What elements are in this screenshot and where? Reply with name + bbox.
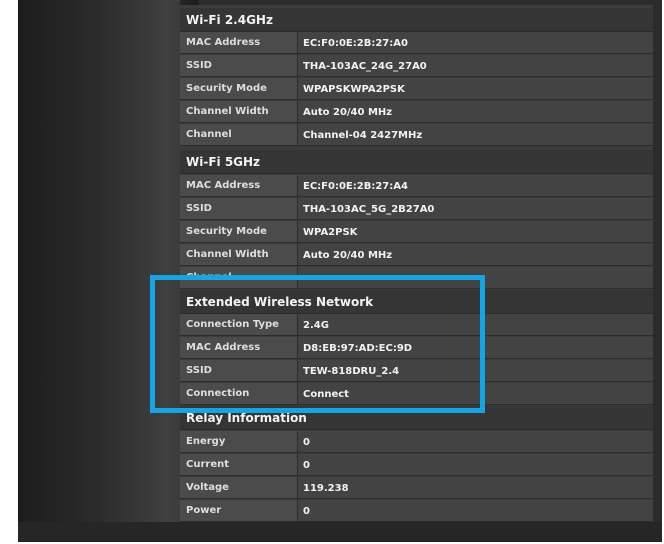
table-row: MAC Address EC:F0:0E:2B:27:A0 [180, 32, 653, 54]
row-value: Auto 20/40 MHz [298, 101, 653, 122]
table-row: Channel Width Auto 20/40 MHz [180, 244, 653, 266]
row-label: Security Mode [180, 78, 298, 99]
table-row: MAC Address EC:F0:0E:2B:27:A4 [180, 175, 653, 197]
section-title-wifi-5: Wi-Fi 5GHz [186, 155, 261, 169]
table-row: Security Mode WPAPSKWPA2PSK [180, 78, 653, 100]
row-value: WPA2PSK [298, 221, 653, 242]
row-value: 0 [298, 500, 653, 521]
highlight-callout-box [150, 275, 485, 413]
sidebar [18, 0, 198, 542]
table-row: Voltage 119.238 [180, 477, 653, 499]
section-header-wifi-5: Wi-Fi 5GHz [180, 150, 653, 174]
row-value: Channel-04 2427MHz [298, 124, 653, 145]
row-label: Energy [180, 431, 298, 452]
table-row: Security Mode WPA2PSK [180, 221, 653, 243]
table-row: Power 0 [180, 500, 653, 522]
row-value: 0 [298, 454, 653, 475]
row-label: MAC Address [180, 32, 298, 53]
table-row: SSID THA-103AC_24G_27A0 [180, 55, 653, 77]
section-header-wifi-24: Wi-Fi 2.4GHz [180, 8, 653, 32]
row-label: Voltage [180, 477, 298, 498]
row-value: EC:F0:0E:2B:27:A4 [298, 175, 653, 196]
row-value: EC:F0:0E:2B:27:A0 [298, 32, 653, 53]
row-label: Power [180, 500, 298, 521]
row-label: Channel Width [180, 244, 298, 265]
row-value: THA-103AC_24G_27A0 [298, 55, 653, 76]
row-value: 119.238 [298, 477, 653, 498]
row-label: Channel [180, 124, 298, 145]
row-value: THA-103AC_5G_2B27A0 [298, 198, 653, 219]
row-value: 0 [298, 431, 653, 452]
row-value: Auto 20/40 MHz [298, 244, 653, 265]
row-label: Channel Width [180, 101, 298, 122]
row-label: Current [180, 454, 298, 475]
row-label: SSID [180, 198, 298, 219]
row-label: MAC Address [180, 175, 298, 196]
table-row: Energy 0 [180, 431, 653, 453]
table-row: Current 0 [180, 454, 653, 476]
table-row: SSID THA-103AC_5G_2B27A0 [180, 198, 653, 220]
table-row: Channel Width Auto 20/40 MHz [180, 101, 653, 123]
footer-strip [18, 522, 662, 542]
row-label: SSID [180, 55, 298, 76]
row-label: Security Mode [180, 221, 298, 242]
table-row: Channel Channel-04 2427MHz [180, 124, 653, 146]
row-value: WPAPSKWPA2PSK [298, 78, 653, 99]
section-title-wifi-24: Wi-Fi 2.4GHz [186, 13, 273, 27]
